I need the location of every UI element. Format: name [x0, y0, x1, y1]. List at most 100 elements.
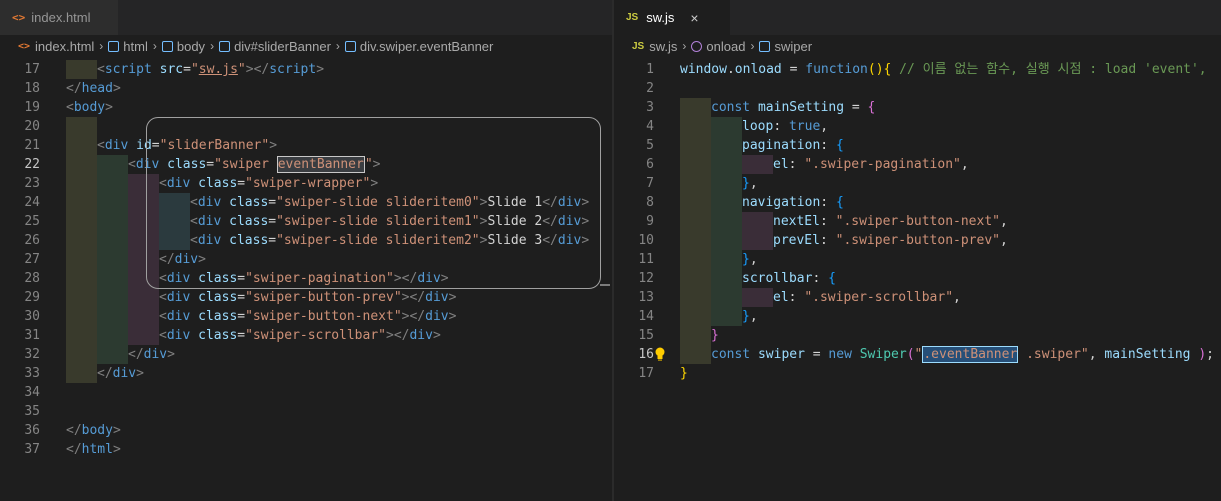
code-token: =: [237, 328, 246, 343]
code-token: "swiper: [214, 157, 277, 172]
code-token: div: [166, 176, 199, 191]
code-line[interactable]: 30 <div class="swiper-button-next"></div>: [0, 307, 612, 326]
breadcrumb-item[interactable]: swiper: [759, 39, 812, 54]
code-line[interactable]: 11},: [614, 250, 1221, 269]
code-line[interactable]: 8 navigation: {: [614, 193, 1221, 212]
code-line[interactable]: 17}: [614, 364, 1221, 383]
code-token: div: [135, 157, 168, 172]
code-line[interactable]: 13 el: ".swiper-scrollbar",: [614, 288, 1221, 307]
code-line[interactable]: 17 <script src="sw.js"></script>: [0, 60, 612, 79]
indent-guide: [66, 250, 97, 269]
code-line[interactable]: 4 loop: true,: [614, 117, 1221, 136]
html-file-icon: <>: [18, 40, 31, 52]
code-text: const swiper = new Swiper(".eventBanner …: [711, 345, 1214, 364]
code-editor[interactable]: 1 window.onload = function(){ // 이름 없는 함수…: [614, 60, 1221, 501]
lightbulb-icon[interactable]: [654, 347, 666, 361]
indent-guide: [711, 136, 742, 155]
code-token: loop: [742, 119, 774, 134]
code-line[interactable]: 21 <div id="sliderBanner">: [0, 136, 612, 155]
indent-guide: [711, 250, 742, 269]
code-line[interactable]: 22 <div class="swiper eventBanner">: [0, 155, 612, 174]
code-token: eventBanner: [276, 156, 365, 173]
code-line[interactable]: 25 <div class="swiper-slide slideritem1">…: [0, 212, 612, 231]
code-line[interactable]: 18 </head>: [0, 79, 612, 98]
js-editor-pane[interactable]: JS sw.js × JS sw.js › onload › swiper 1 window…: [614, 0, 1221, 501]
indent-guide: [742, 288, 773, 307]
code-token: </: [542, 233, 558, 248]
breadcrumb-item[interactable]: <> index.html: [18, 39, 94, 54]
code-line[interactable]: 26 <div class="swiper-slide slideritem2">…: [0, 231, 612, 250]
code-line[interactable]: 37 </html>: [0, 440, 612, 459]
code-line[interactable]: 32 </div>: [0, 345, 612, 364]
breadcrumb-item[interactable]: body: [161, 39, 205, 54]
code-line[interactable]: 33 </div>: [0, 364, 612, 383]
code-token: =: [237, 309, 246, 324]
code-line[interactable]: 1 window.onload = function(){ // 이름 없는 함수…: [614, 60, 1221, 79]
code-line[interactable]: 7},: [614, 174, 1221, 193]
code-line[interactable]: 9 nextEl: ".swiper-button-next",: [614, 212, 1221, 231]
code-text: </div>: [159, 250, 206, 269]
vertical-scrollbar[interactable]: [598, 60, 612, 501]
indent-guide: [680, 288, 711, 307]
code-line[interactable]: 27 </div>: [0, 250, 612, 269]
breadcrumb-item[interactable]: div.swiper.eventBanner: [344, 39, 493, 54]
code-token: html: [81, 442, 113, 457]
code-text: }: [680, 364, 688, 383]
code-text: <div class="swiper-scrollbar"></div>: [159, 326, 441, 345]
code-line[interactable]: 14},: [614, 307, 1221, 326]
code-line[interactable]: 6 el: ".swiper-pagination",: [614, 155, 1221, 174]
code-token: body: [73, 100, 106, 115]
code-line[interactable]: 19 <body>: [0, 98, 612, 117]
code-line[interactable]: 5 pagination: {: [614, 136, 1221, 155]
code-token: ,: [749, 176, 758, 191]
code-token: ".swiper-button-prev": [835, 233, 1000, 248]
code-line[interactable]: 20: [0, 117, 612, 136]
code-token: :: [819, 214, 836, 229]
code-line[interactable]: 15}: [614, 326, 1221, 345]
code-token: src: [159, 62, 184, 77]
code-line[interactable]: 2: [614, 79, 1221, 98]
tab-sw-js[interactable]: JS sw.js ×: [614, 0, 730, 35]
code-line[interactable]: 28 <div class="swiper-pagination"></div>: [0, 269, 612, 288]
code-line[interactable]: 29 <div class="swiper-button-prev"></div>: [0, 288, 612, 307]
code-line[interactable]: 23 <div class="swiper-wrapper">: [0, 174, 612, 193]
code-token: <: [159, 271, 167, 286]
code-line[interactable]: 36 </body>: [0, 421, 612, 440]
breadcrumb-item[interactable]: div#sliderBanner: [219, 39, 331, 54]
indent-guide: [159, 231, 190, 250]
indent-guide: [711, 155, 742, 174]
breadcrumb-item[interactable]: JS sw.js: [632, 39, 677, 54]
indent-guide: [680, 250, 711, 269]
indent-guide: [66, 307, 97, 326]
breadcrumb-item[interactable]: onload: [691, 39, 745, 54]
code-line[interactable]: 35: [0, 402, 612, 421]
code-line[interactable]: 34: [0, 383, 612, 402]
code-line[interactable]: 10 prevEl: ".swiper-button-prev",: [614, 231, 1221, 250]
code-token: class: [229, 233, 269, 248]
code-token: "swiper-slide slideritem0": [276, 195, 480, 210]
code-text: <div class="swiper-button-next"></div>: [159, 307, 456, 326]
close-icon[interactable]: ×: [690, 10, 698, 26]
js-file-icon: JS: [626, 12, 639, 23]
code-editor[interactable]: 17 <script src="sw.js"></script> 18 </head>…: [0, 60, 612, 501]
code-line[interactable]: 24 <div class="swiper-slide slideritem0">…: [0, 193, 612, 212]
indent-guide: [66, 326, 97, 345]
indent-guide: [680, 269, 711, 288]
code-line[interactable]: 3 const mainSetting = {: [614, 98, 1221, 117]
left-tabbar: <> index.html: [0, 0, 612, 35]
tab-index-html[interactable]: <> index.html: [0, 0, 118, 35]
indent-guide: [680, 117, 711, 136]
line-number: 4: [646, 119, 654, 134]
code-token: onload: [734, 62, 782, 77]
code-line[interactable]: 31 <div class="swiper-scrollbar"></div>: [0, 326, 612, 345]
code-line[interactable]: 12 scrollbar: {: [614, 269, 1221, 288]
code-line[interactable]: 16 const swiper = new Swiper(".eventBanne…: [614, 345, 1221, 364]
indent-guide: [711, 212, 742, 231]
html-editor-pane[interactable]: <> index.html <> index.html › html › body › div…: [0, 0, 612, 501]
line-number: 26: [24, 233, 40, 248]
code-token: .: [726, 62, 735, 77]
code-token: =: [268, 214, 277, 229]
breadcrumb-item[interactable]: html: [108, 39, 148, 54]
code-token: </: [542, 195, 558, 210]
code-text: <div class="swiper-pagination"></div>: [159, 269, 449, 288]
